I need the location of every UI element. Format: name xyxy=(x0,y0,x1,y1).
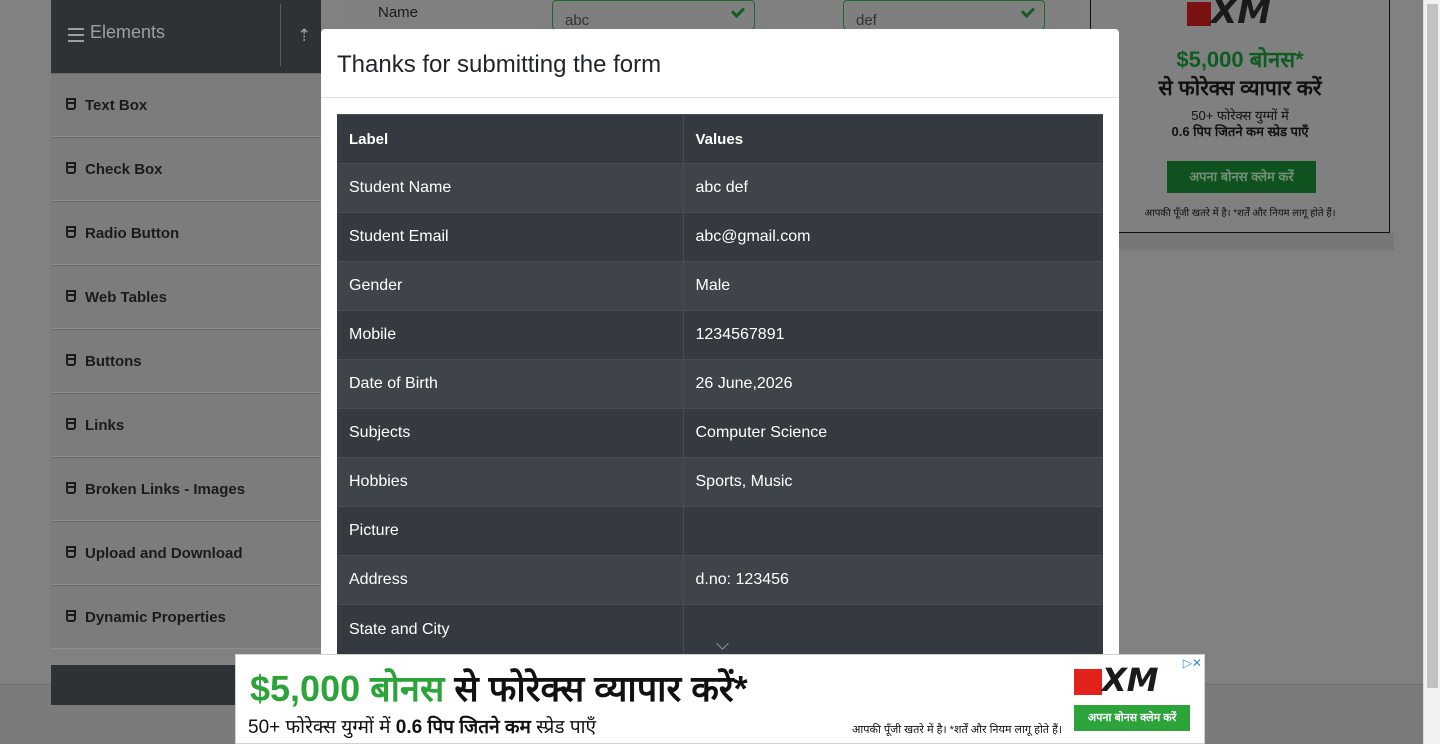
ad-cta-button[interactable]: अपना बोनस क्लेम करें xyxy=(1167,161,1316,193)
item-icon xyxy=(66,98,76,110)
ad-disclaimer: आपकी पूँजी खतरे में है। *शर्तें और नियम … xyxy=(852,724,1063,736)
sidebar: Elements ⇡ Text Box Check Box Radio Butt… xyxy=(51,0,321,649)
sidebar-item-check-box[interactable]: Check Box xyxy=(51,137,321,201)
submission-table: Label Values Student Name abc def Studen… xyxy=(337,114,1103,665)
xm-logo: XM xyxy=(1187,0,1271,32)
table-row: Date of Birth 26 June,2026 xyxy=(337,359,1103,409)
modal-body: Label Values Student Name abc def Studen… xyxy=(337,114,1103,665)
table-row: Student Email abc@gmail.com xyxy=(337,212,1103,262)
last-name-value: def xyxy=(856,12,877,29)
valid-check-icon xyxy=(730,3,746,19)
sidebar-item-label: Text Box xyxy=(85,97,148,114)
row-label: Gender xyxy=(337,261,684,311)
elements-group-header[interactable]: Elements ⇡ xyxy=(51,0,321,73)
sidebar-item-dynamic-properties[interactable]: Dynamic Properties xyxy=(51,585,321,649)
valid-check-icon xyxy=(1020,3,1036,19)
row-value: 1234567891 xyxy=(683,310,1103,360)
xm-mark-icon xyxy=(1074,669,1102,695)
ad-subline: 50+ फोरेक्स युग्मों में 0.6 पिप जितने कम… xyxy=(248,717,597,738)
name-label: Name xyxy=(378,4,419,21)
row-value: Computer Science xyxy=(683,408,1103,458)
table-row: Student Name abc def xyxy=(337,163,1103,213)
sidebar-item-links[interactable]: Links xyxy=(51,393,321,457)
sidebar-item-broken-links[interactable]: Broken Links - Images xyxy=(51,457,321,521)
sidebar-item-label: Upload and Download xyxy=(85,545,243,562)
sidebar-item-label: Dynamic Properties xyxy=(85,609,226,626)
adchoices-icon[interactable]: ▷✕ xyxy=(1183,656,1202,670)
row-label: Subjects xyxy=(337,408,684,458)
ad-details: 50+ फोरेक्स युग्मों में 0.6 पिप जितने कम… xyxy=(1171,108,1309,139)
xm-logo: XM xyxy=(1074,661,1159,699)
sidebar-item-upload-download[interactable]: Upload and Download xyxy=(51,521,321,585)
column-header-values: Values xyxy=(683,114,1103,164)
sidebar-item-web-tables[interactable]: Web Tables xyxy=(51,265,321,329)
row-label: Hobbies xyxy=(337,457,684,507)
first-name-value: abc xyxy=(565,12,590,29)
row-value xyxy=(683,506,1103,556)
row-value: Sports, Music xyxy=(683,457,1103,507)
row-value: 26 June,2026 xyxy=(683,359,1103,409)
ad-headline: $5,000 बोनस से फोरेक्स व्यापार करें* xyxy=(250,668,748,709)
sidebar-item-radio-button[interactable]: Radio Button xyxy=(51,201,321,265)
row-label: Date of Birth xyxy=(337,359,684,409)
modal-title: Thanks for submitting the form xyxy=(337,51,662,78)
ad-disclaimer: आपकी पूँजी खतरे में है। *शर्तें और नियम … xyxy=(1144,208,1336,219)
sidebar-item-label: Web Tables xyxy=(85,289,167,306)
item-icon xyxy=(66,226,76,238)
ad-cta-button[interactable]: अपना बोनस क्लेम करें xyxy=(1074,705,1190,731)
menu-icon xyxy=(68,28,84,42)
sidebar-item-label: Radio Button xyxy=(85,225,180,242)
collapse-icon[interactable]: ⇡ xyxy=(297,26,311,46)
row-label: Mobile xyxy=(337,310,684,360)
table-row: Gender Male xyxy=(337,261,1103,311)
column-header-label: Label xyxy=(337,114,684,164)
row-label: Student Name xyxy=(337,163,684,213)
first-name-input[interactable]: abc xyxy=(552,0,755,30)
row-value: d.no: 123456 xyxy=(683,555,1103,605)
row-label: Student Email xyxy=(337,212,684,262)
row-value: Male xyxy=(683,261,1103,311)
item-icon xyxy=(66,354,76,366)
item-icon xyxy=(66,482,76,494)
row-label: Address xyxy=(337,555,684,605)
scrollbar-thumb[interactable] xyxy=(1427,4,1438,688)
xm-mark-icon xyxy=(1187,1,1211,26)
sidebar-item-label: Links xyxy=(85,417,125,434)
table-row: Mobile 1234567891 xyxy=(337,310,1103,360)
item-icon xyxy=(66,418,76,430)
item-icon xyxy=(66,290,76,302)
sidebar-item-label: Check Box xyxy=(85,161,163,178)
item-icon xyxy=(66,546,76,558)
table-row: Subjects Computer Science xyxy=(337,408,1103,458)
sidebar-item-text-box[interactable]: Text Box xyxy=(51,73,321,137)
sidebar-item-label: Broken Links - Images xyxy=(85,481,246,498)
item-icon xyxy=(66,610,76,622)
row-label: Picture xyxy=(337,506,684,556)
last-name-input[interactable]: def xyxy=(843,0,1045,30)
page-scrollbar[interactable] xyxy=(1423,0,1440,744)
group-title: Elements xyxy=(90,22,166,42)
divider xyxy=(280,4,281,66)
table-row: Hobbies Sports, Music xyxy=(337,457,1103,507)
table-row: Address d.no: 123456 xyxy=(337,555,1103,605)
side-advertisement[interactable]: XM $5,000 बोनस* से फोरेक्स व्यापार करें … xyxy=(1090,0,1390,233)
bottom-advertisement[interactable]: $5,000 बोनस से फोरेक्स व्यापार करें* 50+… xyxy=(235,654,1205,744)
submission-modal: Thanks for submitting the form Label Val… xyxy=(321,29,1119,669)
row-value: abc def xyxy=(683,163,1103,213)
row-value: abc@gmail.com xyxy=(683,212,1103,262)
sidebar-item-label: Buttons xyxy=(85,353,142,370)
sidebar-item-buttons[interactable]: Buttons xyxy=(51,329,321,393)
modal-header: Thanks for submitting the form xyxy=(321,29,1119,98)
ad-shadow xyxy=(1118,233,1394,250)
item-icon xyxy=(66,162,76,174)
ad-bonus: $5,000 बोनस* xyxy=(1176,47,1304,72)
ad-tagline: से फोरेक्स व्यापार करें xyxy=(1158,77,1322,100)
table-row: Picture xyxy=(337,506,1103,556)
